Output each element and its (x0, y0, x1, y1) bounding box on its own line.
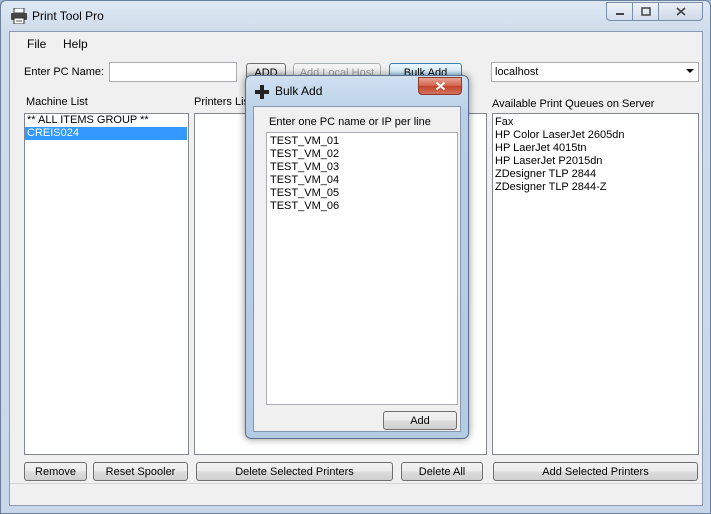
list-item[interactable]: Fax (493, 116, 698, 129)
pc-name-label: Enter PC Name: (24, 66, 105, 78)
textarea-line: TEST_VM_04 (270, 174, 340, 186)
menu-help[interactable]: Help (63, 37, 88, 51)
printer-icon (11, 8, 27, 24)
minimize-button[interactable] (606, 2, 633, 21)
server-dropdown[interactable]: localhost (491, 62, 699, 82)
dialog-instruction: Enter one PC name or IP per line (269, 116, 431, 128)
textarea-line: TEST_VM_02 (270, 148, 340, 160)
menu-bar: File Help (10, 32, 702, 54)
textarea-line: TEST_VM_05 (270, 187, 340, 199)
window-title: Print Tool Pro (32, 9, 104, 23)
close-button[interactable] (659, 2, 703, 21)
delete-selected-button[interactable]: Delete Selected Printers (196, 462, 393, 481)
reset-spooler-button[interactable]: Reset Spooler (93, 462, 188, 481)
main-window: Print Tool Pro File Help Enter PC Name: … (0, 0, 711, 514)
close-icon (675, 7, 686, 16)
list-item[interactable]: ** ALL ITEMS GROUP ** (25, 114, 188, 127)
dialog-title: Bulk Add (275, 84, 323, 98)
textarea-line: TEST_VM_06 (270, 200, 340, 212)
pc-names-textarea[interactable]: TEST_VM_01 TEST_VM_02 TEST_VM_03 TEST_VM… (266, 132, 458, 405)
add-selected-button[interactable]: Add Selected Printers (493, 462, 698, 481)
title-bar: Print Tool Pro (1, 1, 710, 31)
machine-list-label: Machine List (26, 96, 88, 108)
list-item[interactable]: HP LaerJet 4015tn (493, 142, 698, 155)
list-item[interactable]: HP LaserJet P2015dn (493, 155, 698, 168)
textarea-line: TEST_VM_03 (270, 161, 340, 173)
maximize-icon (640, 7, 651, 16)
list-item[interactable]: ZDesigner TLP 2844-Z (493, 181, 698, 194)
minimize-icon (615, 12, 624, 15)
status-bar (10, 483, 702, 505)
chevron-down-icon (686, 69, 694, 73)
queues-list[interactable]: Fax HP Color LaserJet 2605dn HP LaerJet … (492, 113, 699, 455)
menu-file[interactable]: File (27, 37, 46, 51)
caption-buttons (606, 2, 703, 21)
list-item[interactable]: HP Color LaserJet 2605dn (493, 129, 698, 142)
server-selected: localhost (495, 66, 539, 78)
dialog-close-button[interactable] (418, 77, 462, 95)
maximize-button[interactable] (633, 2, 659, 21)
list-item[interactable]: ZDesigner TLP 2844 (493, 168, 698, 181)
pc-name-input[interactable] (109, 62, 237, 82)
close-icon (435, 81, 445, 91)
textarea-line: TEST_VM_01 (270, 135, 340, 147)
delete-all-button[interactable]: Delete All (401, 462, 483, 481)
plus-icon (255, 85, 269, 99)
printers-list-label: Printers List (194, 96, 253, 108)
dialog-client-area: Enter one PC name or IP per line TEST_VM… (253, 106, 461, 432)
queues-label: Available Print Queues on Server (492, 98, 655, 110)
bulk-add-dialog: Bulk Add Enter one PC name or IP per lin… (245, 75, 469, 439)
remove-button[interactable]: Remove (24, 462, 87, 481)
dialog-add-button[interactable]: Add (383, 411, 457, 430)
list-item[interactable]: CREIS024 (25, 127, 187, 140)
machine-list[interactable]: ** ALL ITEMS GROUP ** CREIS024 (24, 113, 189, 455)
